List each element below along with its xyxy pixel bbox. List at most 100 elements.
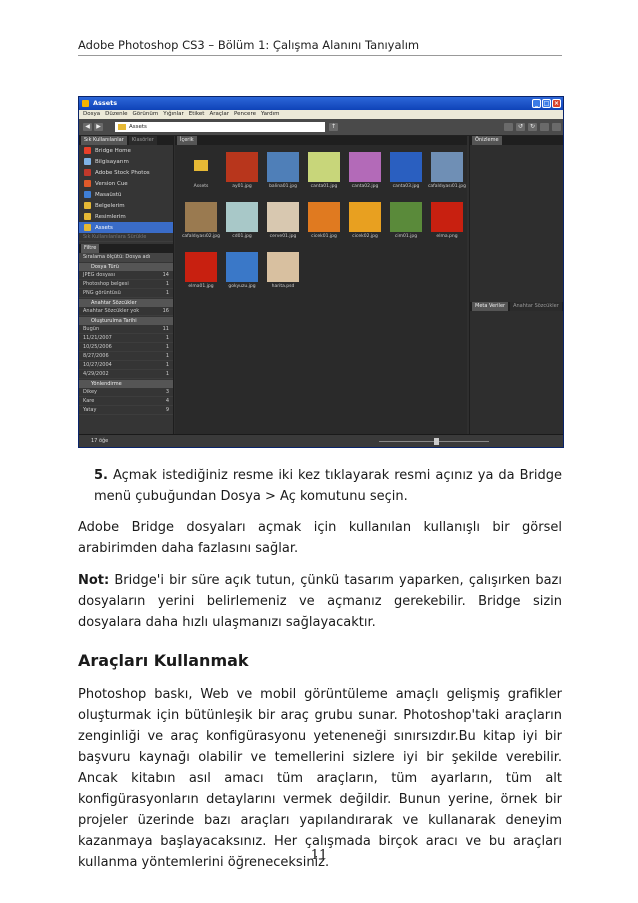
menu-item[interactable]: Etiket: [189, 110, 205, 119]
thumbnail-image: [431, 152, 463, 182]
thumbnail-caption: balina01.jpg: [269, 184, 297, 189]
filter-item[interactable]: Yatay 9: [79, 406, 173, 415]
filter-item[interactable]: Anahtar Sözcükler yok 16: [79, 307, 173, 316]
thumbnail-image: [390, 152, 422, 182]
thumbnail[interactable]: cerve01.jpg: [263, 200, 303, 240]
filter-item[interactable]: 4/29/2002 1: [79, 370, 173, 379]
menu-item[interactable]: Dosya: [83, 110, 100, 119]
thumbnail-caption: canta01.jpg: [310, 184, 338, 189]
favorite-item[interactable]: Bridge Home: [79, 145, 173, 156]
thumbnail-image: [185, 252, 217, 282]
filter-item[interactable]: 11/21/2007 1: [79, 334, 173, 343]
filter-item[interactable]: 10/25/2006 1: [79, 343, 173, 352]
tab-keywords[interactable]: Anahtar Sözcükler: [510, 302, 562, 311]
filter-group-header[interactable]: Oluşturulma Tarihi: [79, 317, 173, 325]
thumbnail[interactable]: ay01.jpg: [222, 150, 262, 190]
tab-favorites[interactable]: Sık Kullanılanlar: [81, 136, 127, 145]
thumbnail[interactable]: Assets: [181, 150, 221, 190]
favorite-item[interactable]: Bilgisayarım: [79, 156, 173, 167]
menu-item[interactable]: Araçlar: [209, 110, 229, 119]
filter-item[interactable]: 8/27/2006 1: [79, 352, 173, 361]
up-folder-icon[interactable]: ↑: [329, 123, 338, 131]
thumbnail[interactable]: cicek01.jpg: [304, 200, 344, 240]
favorite-item[interactable]: Adobe Stock Photos: [79, 167, 173, 178]
filter-item[interactable]: JPEG dosyası 14: [79, 271, 173, 280]
filter-item[interactable]: Bugün 11: [79, 325, 173, 334]
thumbnail-image: [431, 202, 463, 232]
minimize-button[interactable]: _: [532, 99, 541, 108]
maximize-button[interactable]: □: [542, 99, 551, 108]
camera-icon[interactable]: [504, 123, 513, 131]
filter-label: Dikey: [83, 389, 97, 395]
title-bar: Assets _ □ ×: [79, 97, 563, 110]
menu-item[interactable]: Yardım: [261, 110, 280, 119]
favorite-item[interactable]: Version Cue: [79, 178, 173, 189]
tab-filter[interactable]: Filtre: [81, 244, 100, 253]
thumbnail[interactable]: canta01.jpg: [304, 150, 344, 190]
filter-group-header[interactable]: Anahtar Sözcükler: [79, 299, 173, 307]
menu-item[interactable]: Yığınlar: [163, 110, 184, 119]
rotate-left-icon[interactable]: ↺: [516, 123, 525, 131]
thumbnail[interactable]: gokyuzu.jpg: [222, 250, 262, 290]
filter-count: 1: [165, 281, 169, 287]
filter-label: 4/29/2002: [83, 371, 109, 377]
note-paragraph: Not: Bridge'i bir süre açık tutun, çünkü…: [78, 570, 562, 633]
thumbnail[interactable]: harita.psd: [263, 250, 303, 290]
filter-item[interactable]: Kare 4: [79, 397, 173, 406]
back-arrow-icon[interactable]: ◀: [83, 123, 92, 131]
filter-label: JPEG dosyası: [83, 272, 115, 278]
thumbnail[interactable]: elma.png: [427, 200, 467, 240]
favorite-item[interactable]: Masaüstü: [79, 189, 173, 200]
filter-count: 1: [165, 344, 169, 350]
filter-label: Bugün: [83, 326, 100, 332]
tab-metadata[interactable]: Meta Veriler: [472, 302, 509, 311]
view-mode-icon[interactable]: [552, 123, 561, 131]
thumbnail-caption: cafaldıyası02.jpg: [181, 234, 221, 239]
trash-icon[interactable]: [540, 123, 549, 131]
thumbnail[interactable]: balina01.jpg: [263, 150, 303, 190]
thumbnail[interactable]: cafaldıyası02.jpg: [181, 200, 221, 240]
filter-item[interactable]: PNG görüntüsü 1: [79, 289, 173, 298]
path-field[interactable]: Assets: [115, 122, 325, 132]
forward-arrow-icon[interactable]: ▶: [94, 123, 103, 131]
tab-preview[interactable]: Önizleme: [472, 136, 502, 145]
slider-handle[interactable]: [434, 438, 439, 445]
thumbnail[interactable]: cim01.jpg: [386, 200, 426, 240]
filter-item[interactable]: Photoshop belgesi 1: [79, 280, 173, 289]
tab-content[interactable]: İçerik: [177, 136, 197, 145]
thumbnail[interactable]: elma01.jpg: [181, 250, 221, 290]
thumbnail[interactable]: cafaldıyası01.jpg: [427, 150, 467, 190]
filter-count: 1: [165, 362, 169, 368]
thumbnail-caption: cim01.jpg: [394, 234, 418, 239]
filter-label: 10/27/2004: [83, 362, 112, 368]
favorite-item[interactable]: Belgelerim: [79, 200, 173, 211]
favorite-item[interactable]: Assets: [79, 222, 173, 233]
menu-item[interactable]: Düzenle: [105, 110, 127, 119]
thumbnail[interactable]: cicek02.jpg: [345, 200, 385, 240]
preview-tabs: Önizleme: [470, 136, 563, 145]
step-text: Açmak istediğiniz resme iki kez tıklayar…: [94, 468, 562, 504]
filter-item[interactable]: 10/27/2004 1: [79, 361, 173, 370]
filter-count: 1: [165, 353, 169, 359]
tab-folders[interactable]: Klasörler: [128, 136, 157, 145]
favorite-icon: [84, 180, 91, 187]
thumbnail[interactable]: canta03.jpg: [386, 150, 426, 190]
rotate-right-icon[interactable]: ↻: [528, 123, 537, 131]
thumbnail-caption: cafaldıyası01.jpg: [427, 184, 467, 189]
filter-group-header[interactable]: Yönlendirme: [79, 380, 173, 388]
thumbnail[interactable]: canta02.jpg: [345, 150, 385, 190]
filter-item[interactable]: Dikey 3: [79, 388, 173, 397]
sort-dropdown[interactable]: Sıralama ölçütü: Dosya adı: [79, 253, 173, 262]
thumbnail[interactable]: cd01.jpg: [222, 200, 262, 240]
menu-item[interactable]: Pencere: [234, 110, 256, 119]
menu-item[interactable]: Görünüm: [132, 110, 158, 119]
favorite-label: Adobe Stock Photos: [95, 169, 150, 176]
thumbnail-image: [349, 202, 381, 232]
favorite-icon: [84, 224, 91, 231]
step-5: 5. Açmak istediğiniz resme iki kez tıklay…: [94, 465, 562, 507]
filter-label: Photoshop belgesi: [83, 281, 129, 287]
favorite-item[interactable]: Resimlerim: [79, 211, 173, 222]
thumbnail-image: [267, 202, 299, 232]
close-button[interactable]: ×: [552, 99, 561, 108]
filter-group-header[interactable]: Dosya Türü: [79, 263, 173, 271]
